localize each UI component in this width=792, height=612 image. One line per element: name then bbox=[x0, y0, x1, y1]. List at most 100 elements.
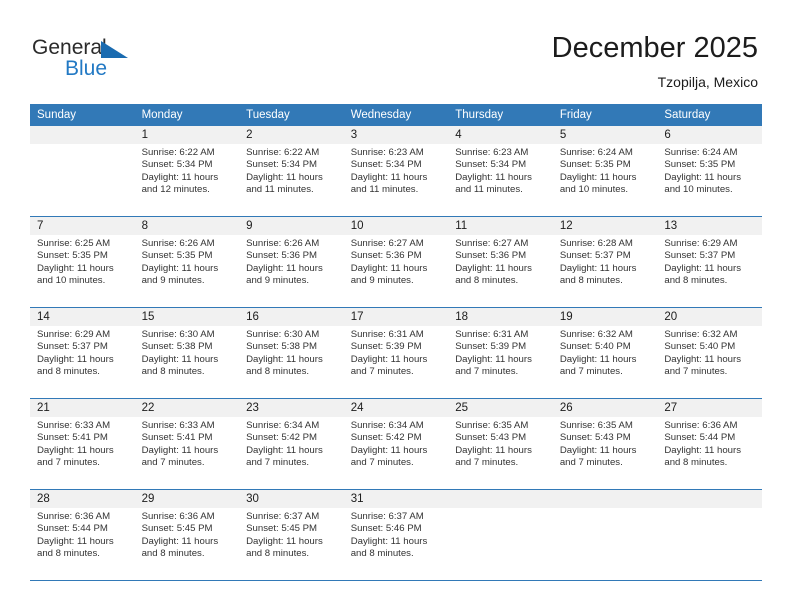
calendar-day-cell[interactable]: 1 Sunrise: 6:22 AM Sunset: 5:34 PM Daylight… bbox=[134, 126, 240, 217]
day-cell-inner: 26 Sunrise: 6:35 AM Sunset: 5:43 PM Dayligh… bbox=[552, 399, 658, 489]
day-cell-inner bbox=[657, 490, 762, 580]
calendar-day-cell[interactable]: 26 Sunrise: 6:35 AM Sunset: 5:43 PM Dayligh… bbox=[552, 399, 658, 490]
calendar-day-cell[interactable]: 25 Sunrise: 6:35 AM Sunset: 5:43 PM Dayligh… bbox=[448, 399, 553, 490]
calendar-day-cell[interactable]: 28 Sunrise: 6:36 AM Sunset: 5:44 PM Dayligh… bbox=[30, 490, 135, 581]
page-subtitle: Tzopilja, Mexico bbox=[657, 74, 758, 90]
sunrise-text: Sunrise: 6:36 AM bbox=[141, 511, 215, 522]
sunrise-text: Sunrise: 6:29 AM bbox=[37, 329, 111, 340]
sunrise-text: Sunrise: 6:26 AM bbox=[141, 238, 215, 249]
day-details: Sunrise: 6:33 AM Sunset: 5:41 PM Daylight:… bbox=[30, 417, 135, 470]
day-cell-inner: 13 Sunrise: 6:29 AM Sunset: 5:37 PM Dayligh… bbox=[657, 217, 762, 307]
sunset-text: Sunset: 5:37 PM bbox=[559, 250, 631, 262]
day-cell-inner: 3 Sunrise: 6:23 AM Sunset: 5:34 PM Daylight… bbox=[343, 126, 449, 216]
daylight-text-line2: and 7 minutes. bbox=[455, 366, 519, 378]
sunset-text: Sunset: 5:38 PM bbox=[246, 341, 318, 353]
day-cell-inner: 31 Sunrise: 6:37 AM Sunset: 5:46 PM Dayligh… bbox=[343, 490, 449, 580]
day-number bbox=[448, 490, 553, 508]
calendar-day-cell[interactable]: 3 Sunrise: 6:23 AM Sunset: 5:34 PM Daylight… bbox=[343, 126, 449, 217]
sunrise-text: Sunrise: 6:24 AM bbox=[559, 147, 633, 158]
day-number: 15 bbox=[134, 308, 240, 326]
day-details: Sunrise: 6:27 AM Sunset: 5:36 PM Daylight:… bbox=[344, 235, 449, 288]
general-blue-logo[interactable]: General Blue bbox=[32, 36, 232, 88]
calendar-day-cell[interactable]: 17 Sunrise: 6:31 AM Sunset: 5:39 PM Dayligh… bbox=[343, 308, 449, 399]
daylight-text-line2: and 7 minutes. bbox=[455, 457, 519, 469]
sunrise-text: Sunrise: 6:26 AM bbox=[246, 238, 320, 249]
day-number: 18 bbox=[448, 308, 553, 326]
sunset-text: Sunset: 5:35 PM bbox=[559, 159, 631, 171]
calendar-day-cell[interactable]: 21 Sunrise: 6:33 AM Sunset: 5:41 PM Dayligh… bbox=[30, 399, 135, 490]
daylight-text-line1: Daylight: 11 hours bbox=[141, 444, 219, 456]
calendar-day-cell[interactable]: 4 Sunrise: 6:23 AM Sunset: 5:34 PM Daylight… bbox=[448, 126, 553, 217]
calendar-day-cell[interactable]: 11 Sunrise: 6:27 AM Sunset: 5:36 PM Dayligh… bbox=[448, 217, 553, 308]
day-number: 6 bbox=[657, 126, 762, 144]
calendar-day-cell[interactable]: 2 Sunrise: 6:22 AM Sunset: 5:34 PM Daylight… bbox=[239, 126, 344, 217]
day-cell-inner bbox=[552, 490, 658, 580]
calendar-day-cell[interactable]: 9 Sunrise: 6:26 AM Sunset: 5:36 PM Daylight… bbox=[239, 217, 344, 308]
calendar-day-cell[interactable]: 19 Sunrise: 6:32 AM Sunset: 5:40 PM Dayligh… bbox=[552, 308, 658, 399]
calendar-day-cell[interactable]: 10 Sunrise: 6:27 AM Sunset: 5:36 PM Dayligh… bbox=[343, 217, 449, 308]
calendar-day-cell[interactable]: 6 Sunrise: 6:24 AM Sunset: 5:35 PM Daylight… bbox=[657, 126, 762, 217]
calendar-day-cell[interactable]: 13 Sunrise: 6:29 AM Sunset: 5:37 PM Dayligh… bbox=[657, 217, 762, 308]
day-details: Sunrise: 6:33 AM Sunset: 5:41 PM Daylight:… bbox=[135, 417, 240, 470]
calendar-empty-cell bbox=[657, 490, 762, 581]
daylight-text-line2: and 8 minutes. bbox=[350, 548, 414, 560]
daylight-text-line1: Daylight: 11 hours bbox=[664, 444, 741, 456]
calendar-day-cell[interactable]: 18 Sunrise: 6:31 AM Sunset: 5:39 PM Dayligh… bbox=[448, 308, 553, 399]
daylight-text-line2: and 7 minutes. bbox=[350, 457, 414, 469]
calendar-day-cell[interactable]: 22 Sunrise: 6:33 AM Sunset: 5:41 PM Dayligh… bbox=[134, 399, 240, 490]
sunset-text: Sunset: 5:35 PM bbox=[141, 250, 213, 262]
day-details: Sunrise: 6:31 AM Sunset: 5:39 PM Daylight:… bbox=[448, 326, 553, 379]
daylight-text-line1: Daylight: 11 hours bbox=[141, 171, 219, 183]
calendar-day-cell[interactable]: 5 Sunrise: 6:24 AM Sunset: 5:35 PM Daylight… bbox=[552, 126, 658, 217]
sunrise-text: Sunrise: 6:25 AM bbox=[37, 238, 111, 249]
day-details: Sunrise: 6:29 AM Sunset: 5:37 PM Daylight:… bbox=[657, 235, 762, 288]
daylight-text-line1: Daylight: 11 hours bbox=[559, 444, 637, 456]
day-cell-inner: 4 Sunrise: 6:23 AM Sunset: 5:34 PM Daylight… bbox=[448, 126, 553, 216]
day-number: 7 bbox=[30, 217, 135, 235]
daylight-text-line2: and 11 minutes. bbox=[350, 184, 419, 196]
daylight-text-line1: Daylight: 11 hours bbox=[455, 171, 532, 183]
daylight-text-line1: Daylight: 11 hours bbox=[246, 171, 323, 183]
sunrise-text: Sunrise: 6:32 AM bbox=[664, 329, 738, 340]
daylight-text-line2: and 8 minutes. bbox=[559, 275, 623, 287]
day-details bbox=[30, 144, 135, 147]
sunrise-text: Sunrise: 6:34 AM bbox=[350, 420, 424, 431]
calendar-day-cell[interactable]: 16 Sunrise: 6:30 AM Sunset: 5:38 PM Dayligh… bbox=[239, 308, 344, 399]
calendar-day-cell[interactable]: 23 Sunrise: 6:34 AM Sunset: 5:42 PM Dayligh… bbox=[239, 399, 344, 490]
weekday-header-friday: Friday bbox=[552, 104, 658, 126]
sunrise-text: Sunrise: 6:33 AM bbox=[141, 420, 215, 431]
calendar-day-cell[interactable]: 14 Sunrise: 6:29 AM Sunset: 5:37 PM Dayligh… bbox=[30, 308, 135, 399]
calendar-body: 1 Sunrise: 6:22 AM Sunset: 5:34 PM Daylight… bbox=[30, 126, 762, 581]
daylight-text-line2: and 10 minutes. bbox=[664, 184, 733, 196]
calendar-day-cell[interactable]: 24 Sunrise: 6:34 AM Sunset: 5:42 PM Dayligh… bbox=[343, 399, 449, 490]
day-cell-inner bbox=[30, 126, 135, 216]
day-cell-inner: 29 Sunrise: 6:36 AM Sunset: 5:45 PM Dayligh… bbox=[134, 490, 240, 580]
daylight-text-line2: and 8 minutes. bbox=[37, 548, 100, 560]
weekday-header-wednesday: Wednesday bbox=[343, 104, 449, 126]
calendar-day-cell[interactable]: 31 Sunrise: 6:37 AM Sunset: 5:46 PM Dayligh… bbox=[343, 490, 449, 581]
triangle-icon bbox=[101, 41, 128, 58]
day-details: Sunrise: 6:36 AM Sunset: 5:45 PM Daylight:… bbox=[135, 508, 240, 561]
day-number: 14 bbox=[30, 308, 135, 326]
calendar-day-cell[interactable]: 12 Sunrise: 6:28 AM Sunset: 5:37 PM Dayligh… bbox=[552, 217, 658, 308]
calendar-day-cell[interactable]: 8 Sunrise: 6:26 AM Sunset: 5:35 PM Daylight… bbox=[134, 217, 240, 308]
calendar-day-cell[interactable]: 7 Sunrise: 6:25 AM Sunset: 5:35 PM Daylight… bbox=[30, 217, 135, 308]
day-cell-inner: 20 Sunrise: 6:32 AM Sunset: 5:40 PM Dayligh… bbox=[657, 308, 762, 398]
daylight-text-line1: Daylight: 11 hours bbox=[350, 171, 428, 183]
calendar-week-row: 14 Sunrise: 6:29 AM Sunset: 5:37 PM Dayligh… bbox=[30, 308, 762, 399]
day-number: 1 bbox=[134, 126, 240, 144]
calendar-day-cell[interactable]: 20 Sunrise: 6:32 AM Sunset: 5:40 PM Dayligh… bbox=[657, 308, 762, 399]
daylight-text-line2: and 9 minutes. bbox=[141, 275, 205, 287]
sunset-text: Sunset: 5:45 PM bbox=[246, 523, 318, 535]
daylight-text-line1: Daylight: 11 hours bbox=[141, 262, 219, 274]
day-number: 24 bbox=[343, 399, 449, 417]
calendar-day-cell[interactable]: 30 Sunrise: 6:37 AM Sunset: 5:45 PM Dayligh… bbox=[239, 490, 344, 581]
calendar-day-cell[interactable]: 27 Sunrise: 6:36 AM Sunset: 5:44 PM Dayligh… bbox=[657, 399, 762, 490]
calendar-day-cell[interactable]: 29 Sunrise: 6:36 AM Sunset: 5:45 PM Dayligh… bbox=[134, 490, 240, 581]
day-cell-inner: 12 Sunrise: 6:28 AM Sunset: 5:37 PM Dayligh… bbox=[552, 217, 658, 307]
day-cell-inner: 28 Sunrise: 6:36 AM Sunset: 5:44 PM Dayligh… bbox=[30, 490, 135, 580]
calendar-day-cell[interactable]: 15 Sunrise: 6:30 AM Sunset: 5:38 PM Dayligh… bbox=[134, 308, 240, 399]
day-number: 2 bbox=[239, 126, 344, 144]
day-number: 26 bbox=[552, 399, 658, 417]
daylight-text-line1: Daylight: 11 hours bbox=[664, 262, 741, 274]
